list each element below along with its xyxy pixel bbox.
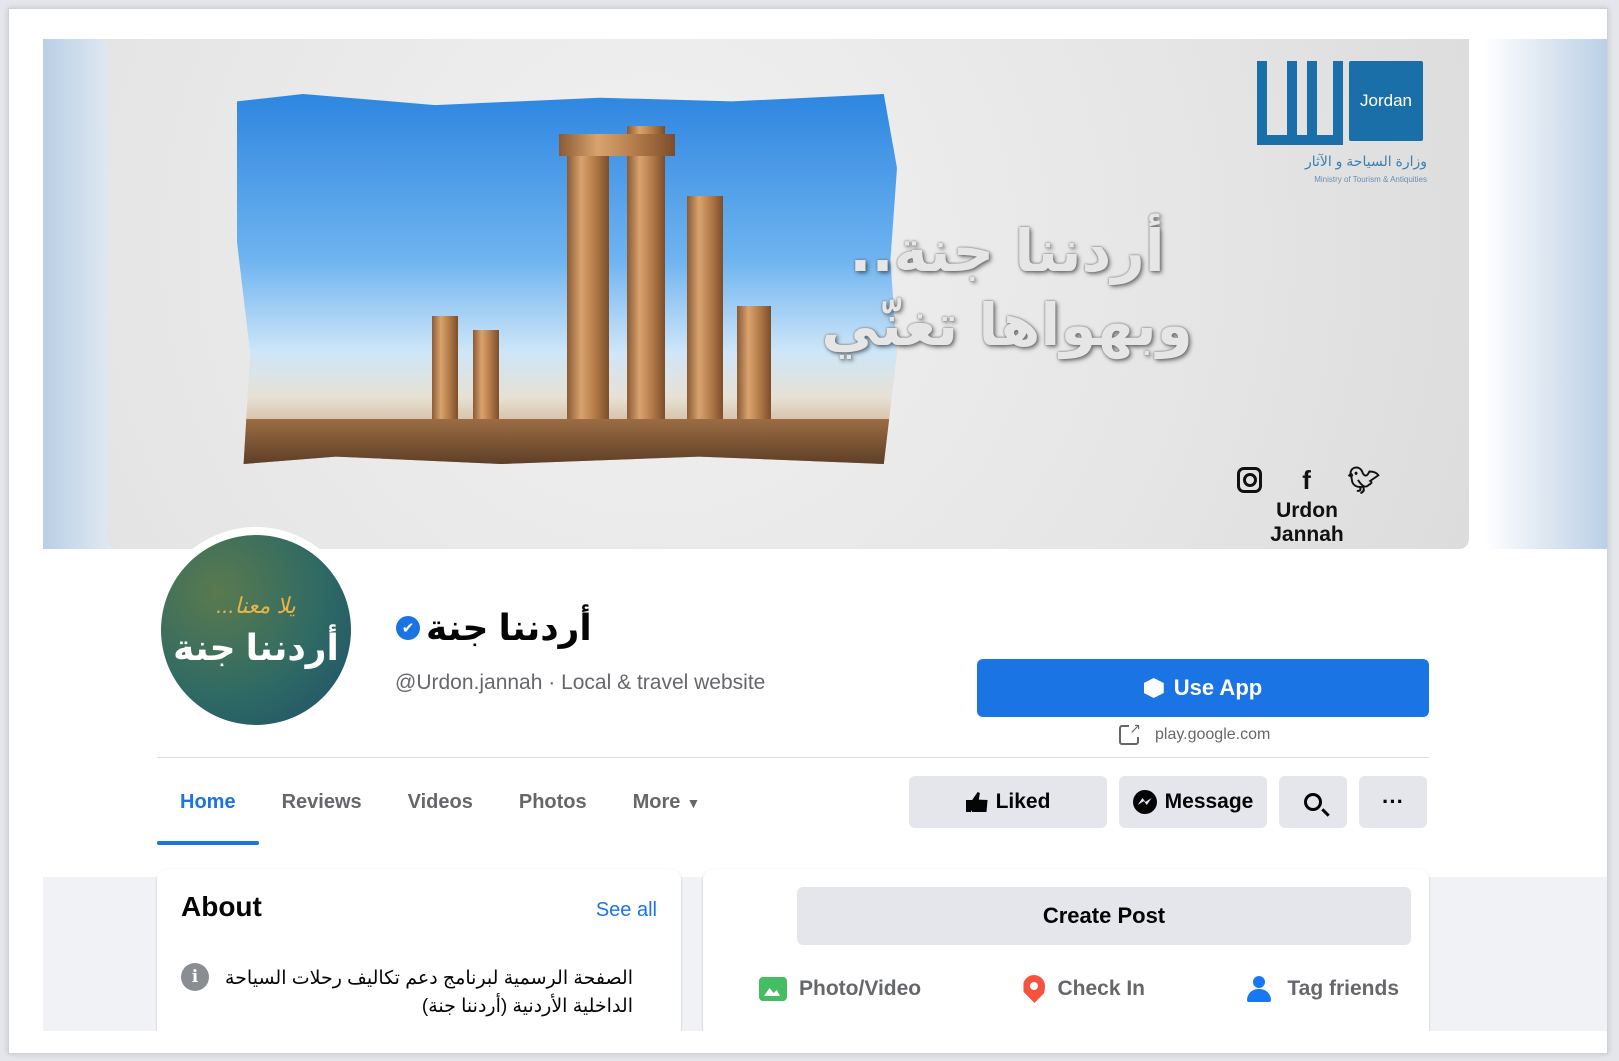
page-viewport: أردننا جنة.. وبهواها تغنّي Jordan وزارة … — [43, 39, 1607, 1031]
create-post-card: Create Post Photo/Video Check In Tag fri… — [703, 869, 1429, 1031]
cover-social: f 🐦︎ Urdon Jannah — [1237, 464, 1381, 547]
tab-label: Photos — [518, 791, 587, 813]
about-description: الصفحة الرسمية لبرنامج دعم تكاليف رحلات … — [225, 968, 633, 1017]
caret-down-icon: ▼ — [686, 795, 701, 811]
ministry-logo: Jordan وزارة السياحة و الآثار Ministry o… — [1257, 61, 1437, 191]
ministry-logo-arabic: وزارة السياحة و الآثار — [1304, 153, 1427, 169]
temple-pillar — [627, 126, 665, 426]
browser-frame: أردننا جنة.. وبهواها تغنّي Jordan وزارة … — [8, 8, 1608, 1054]
search-icon — [1304, 793, 1322, 811]
tab-photos[interactable]: Photos — [496, 775, 610, 845]
location-pin-icon — [1023, 975, 1046, 1003]
create-post-button[interactable]: Create Post — [797, 887, 1411, 945]
app-link[interactable]: play.google.com — [1119, 720, 1271, 745]
tag-friends-button[interactable]: Tag friends — [1247, 975, 1399, 1003]
ministry-logo-box: Jordan — [1349, 61, 1423, 141]
cover-tagline-line: وبهواها تغنّي — [821, 291, 1193, 359]
message-button[interactable]: Message — [1119, 776, 1267, 828]
tab-more[interactable]: More ▼ — [610, 775, 724, 845]
avatar-main-text: أردننا جنة — [173, 627, 339, 668]
use-app-button[interactable]: Use App — [977, 659, 1429, 717]
use-app-label: Use App — [1173, 675, 1263, 700]
ministry-logo-mark — [1257, 61, 1343, 145]
photo-video-label: Photo/Video — [799, 977, 922, 1000]
temple-rubble — [237, 419, 897, 464]
app-link-text: play.google.com — [1155, 726, 1271, 743]
info-icon: i — [181, 963, 209, 991]
tab-label: Reviews — [281, 791, 362, 813]
header-divider — [157, 757, 1429, 758]
avatar-top-text: يلا معنا... — [216, 593, 296, 618]
tag-friends-label: Tag friends — [1287, 977, 1399, 1000]
photo-icon — [759, 977, 787, 1001]
twitter-icon: 🐦︎ — [1347, 464, 1381, 495]
cover-photo[interactable]: أردننا جنة.. وبهواها تغنّي Jordan وزارة … — [107, 39, 1469, 549]
page-subtitle: @Urdon.jannah · Local & travel website — [395, 671, 766, 694]
more-options-button[interactable]: ··· — [1359, 776, 1427, 828]
ellipsis-icon: ··· — [1382, 789, 1404, 814]
verified-badge-icon: ✔ — [396, 616, 420, 640]
facebook-icon: f — [1302, 464, 1311, 495]
tag-friends-icon — [1247, 976, 1275, 1002]
messenger-icon — [1132, 790, 1157, 814]
instagram-icon — [1237, 467, 1263, 493]
cover-tagline-line: أردننا جنة.. — [849, 217, 1165, 285]
page-name-text: أردننا جنة — [426, 607, 592, 648]
about-title: About — [181, 891, 262, 922]
tab-label: More — [632, 791, 681, 813]
tab-videos[interactable]: Videos — [385, 775, 496, 845]
tab-reviews[interactable]: Reviews — [259, 775, 385, 845]
temple-pillar — [567, 136, 609, 426]
temple-pillar — [432, 316, 458, 426]
page-tabs: Home Reviews Videos Photos More ▼ — [157, 775, 723, 845]
check-in-button[interactable]: Check In — [1023, 975, 1145, 1003]
ministry-logo-english: Ministry of Tourism & Antiquities — [1314, 175, 1427, 184]
external-link-icon — [1119, 720, 1142, 745]
avatar[interactable]: يلا معنا... أردننا جنة — [161, 535, 351, 725]
tab-label: Videos — [407, 791, 473, 813]
see-all-link[interactable]: See all — [596, 899, 657, 922]
temple-pillar — [687, 196, 723, 426]
cube-icon — [1143, 678, 1164, 698]
search-button[interactable] — [1279, 776, 1347, 828]
tab-label: Home — [180, 791, 236, 813]
cover-social-handle: Urdon Jannah — [1270, 499, 1344, 546]
liked-button[interactable]: Liked — [909, 776, 1107, 828]
check-in-label: Check In — [1057, 977, 1146, 1000]
temple-pillar — [737, 306, 771, 426]
temple-pillar — [473, 330, 499, 426]
page-title: أردننا جنة ✔ — [396, 607, 592, 649]
composer-actions: Photo/Video Check In Tag friends — [759, 975, 1399, 1003]
about-card: About See all i الصفحة الرسمية لبرنامج د… — [157, 869, 681, 1031]
tab-home[interactable]: Home — [157, 775, 259, 845]
thumbs-up-icon — [965, 792, 988, 812]
liked-label: Liked — [995, 790, 1051, 813]
message-label: Message — [1164, 790, 1254, 813]
temple-lintel — [559, 134, 675, 156]
photo-video-button[interactable]: Photo/Video — [759, 975, 921, 1003]
cover-tagline: أردننا جنة.. وبهواها تغنّي — [797, 214, 1217, 362]
page-actions: Liked Message ··· — [909, 776, 1427, 828]
